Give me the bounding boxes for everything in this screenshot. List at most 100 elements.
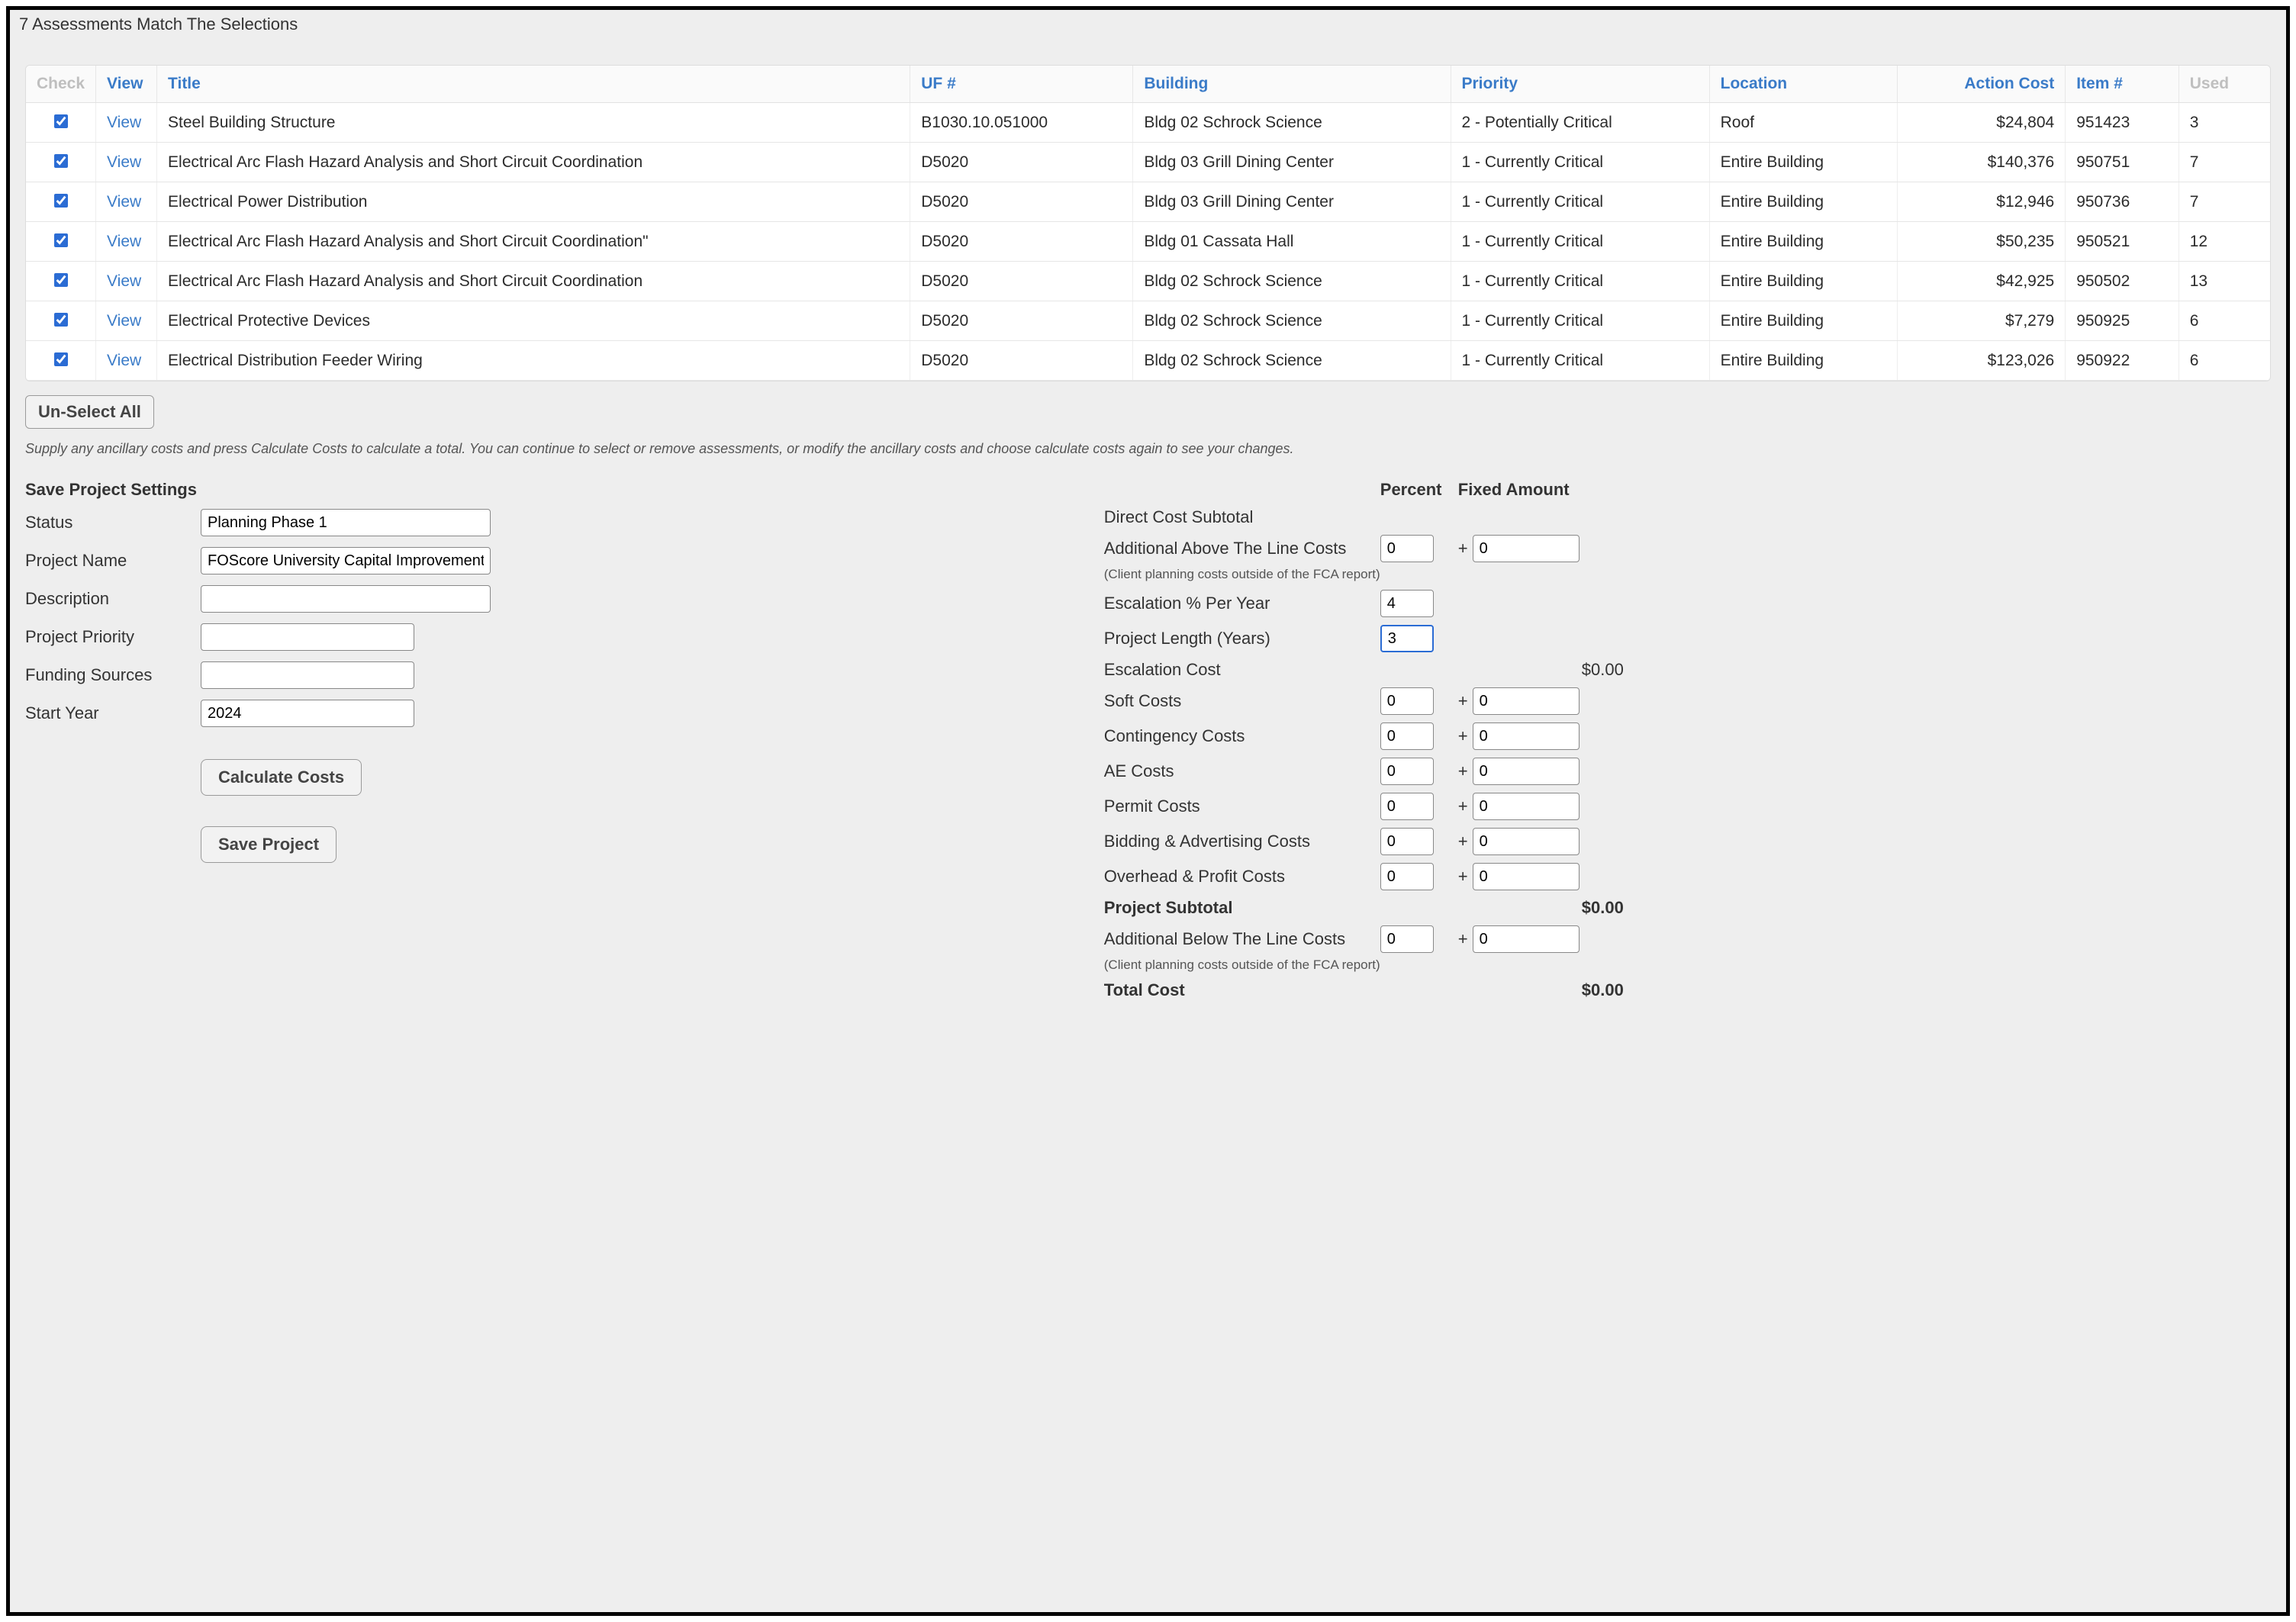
escalation-cost-label: Escalation Cost xyxy=(1104,660,1371,680)
view-link[interactable]: View xyxy=(107,114,141,131)
row-checkbox[interactable] xyxy=(54,114,68,128)
table-row: ViewElectrical Arc Flash Hazard Analysis… xyxy=(26,222,2270,262)
project-subtotal-label: Project Subtotal xyxy=(1104,898,1371,918)
cell-item: 950521 xyxy=(2066,222,2179,262)
project-priority-input[interactable] xyxy=(201,623,414,651)
instruction-text: Supply any ancillary costs and press Cal… xyxy=(25,441,2271,457)
above-line-note: (Client planning costs outside of the FC… xyxy=(1104,567,1704,582)
cell-cost: $50,235 xyxy=(1898,222,2066,262)
col-priority[interactable]: Priority xyxy=(1451,66,1709,103)
calculate-costs-button[interactable]: Calculate Costs xyxy=(201,759,362,796)
cell-item: 950922 xyxy=(2066,341,2179,381)
view-link[interactable]: View xyxy=(107,352,141,369)
contingency-label: Contingency Costs xyxy=(1104,726,1371,746)
cell-location: Entire Building xyxy=(1709,301,1897,341)
cell-priority: 1 - Currently Critical xyxy=(1451,341,1709,381)
ae-costs-label: AE Costs xyxy=(1104,761,1371,781)
cell-item: 950736 xyxy=(2066,182,2179,222)
view-link[interactable]: View xyxy=(107,272,141,290)
bidding-pct-input[interactable] xyxy=(1380,828,1434,855)
table-row: ViewElectrical Arc Flash Hazard Analysis… xyxy=(26,143,2270,182)
cell-location: Entire Building xyxy=(1709,222,1897,262)
plus-icon: + xyxy=(1458,539,1468,558)
funding-sources-label: Funding Sources xyxy=(25,665,201,685)
row-checkbox[interactable] xyxy=(54,233,68,247)
cell-title: Electrical Power Distribution xyxy=(157,182,910,222)
contingency-pct-input[interactable] xyxy=(1380,722,1434,750)
soft-costs-amt-input[interactable] xyxy=(1473,687,1580,715)
overhead-amt-input[interactable] xyxy=(1473,863,1580,890)
col-check[interactable]: Check xyxy=(26,66,96,103)
cell-location: Entire Building xyxy=(1709,143,1897,182)
cell-location: Entire Building xyxy=(1709,182,1897,222)
description-input[interactable] xyxy=(201,585,491,613)
cell-priority: 1 - Currently Critical xyxy=(1451,222,1709,262)
cell-used: 13 xyxy=(2178,262,2270,301)
overhead-pct-input[interactable] xyxy=(1380,863,1434,890)
cell-building: Bldg 03 Grill Dining Center xyxy=(1133,143,1451,182)
plus-icon: + xyxy=(1458,761,1468,781)
cell-used: 6 xyxy=(2178,341,2270,381)
permit-amt-input[interactable] xyxy=(1473,793,1580,820)
cell-title: Electrical Protective Devices xyxy=(157,301,910,341)
above-line-pct-input[interactable] xyxy=(1380,535,1434,562)
ae-costs-amt-input[interactable] xyxy=(1473,758,1580,785)
soft-costs-pct-input[interactable] xyxy=(1380,687,1434,715)
project-length-input[interactable] xyxy=(1380,625,1434,652)
match-count-text: 7 Assessments Match The Selections xyxy=(10,10,2286,65)
col-item[interactable]: Item # xyxy=(2066,66,2179,103)
ae-costs-pct-input[interactable] xyxy=(1380,758,1434,785)
view-link[interactable]: View xyxy=(107,233,141,250)
table-row: ViewElectrical Protective DevicesD5020Bl… xyxy=(26,301,2270,341)
above-line-amt-input[interactable] xyxy=(1473,535,1580,562)
cell-priority: 1 - Currently Critical xyxy=(1451,301,1709,341)
start-year-input[interactable] xyxy=(201,700,414,727)
cell-item: 950502 xyxy=(2066,262,2179,301)
save-project-settings-title: Save Project Settings xyxy=(25,480,1058,500)
cell-item: 951423 xyxy=(2066,103,2179,143)
col-building[interactable]: Building xyxy=(1133,66,1451,103)
row-checkbox[interactable] xyxy=(54,352,68,366)
col-uf[interactable]: UF # xyxy=(910,66,1133,103)
table-row: ViewSteel Building StructureB1030.10.051… xyxy=(26,103,2270,143)
bidding-amt-input[interactable] xyxy=(1473,828,1580,855)
col-location[interactable]: Location xyxy=(1709,66,1897,103)
cell-building: Bldg 02 Schrock Science xyxy=(1133,262,1451,301)
cell-building: Bldg 01 Cassata Hall xyxy=(1133,222,1451,262)
col-view[interactable]: View xyxy=(96,66,157,103)
save-project-button[interactable]: Save Project xyxy=(201,826,337,863)
col-used[interactable]: Used xyxy=(2178,66,2270,103)
cell-priority: 2 - Potentially Critical xyxy=(1451,103,1709,143)
below-line-pct-input[interactable] xyxy=(1380,925,1434,953)
start-year-label: Start Year xyxy=(25,703,201,723)
plus-icon: + xyxy=(1458,929,1468,949)
funding-sources-input[interactable] xyxy=(201,661,414,689)
view-link[interactable]: View xyxy=(107,193,141,211)
project-name-input[interactable] xyxy=(201,547,491,574)
row-checkbox[interactable] xyxy=(54,273,68,287)
cell-title: Electrical Arc Flash Hazard Analysis and… xyxy=(157,262,910,301)
unselect-all-button[interactable]: Un-Select All xyxy=(25,395,154,429)
contingency-amt-input[interactable] xyxy=(1473,722,1580,750)
row-checkbox[interactable] xyxy=(54,194,68,208)
permit-pct-input[interactable] xyxy=(1380,793,1434,820)
row-checkbox[interactable] xyxy=(54,154,68,168)
project-priority-label: Project Priority xyxy=(25,627,201,647)
view-link[interactable]: View xyxy=(107,312,141,330)
below-line-amt-input[interactable] xyxy=(1473,925,1580,953)
view-link[interactable]: View xyxy=(107,153,141,171)
col-title[interactable]: Title xyxy=(157,66,910,103)
col-action-cost[interactable]: Action Cost xyxy=(1898,66,2066,103)
soft-costs-label: Soft Costs xyxy=(1104,691,1371,711)
status-label: Status xyxy=(25,513,201,533)
row-checkbox[interactable] xyxy=(54,313,68,327)
assessments-table-wrap: Check View Title UF # Building Priority … xyxy=(25,65,2271,381)
status-input[interactable] xyxy=(201,509,491,536)
plus-icon: + xyxy=(1458,832,1468,851)
cell-used: 3 xyxy=(2178,103,2270,143)
project-name-label: Project Name xyxy=(25,551,201,571)
escalation-pct-input[interactable] xyxy=(1380,590,1434,617)
cell-item: 950925 xyxy=(2066,301,2179,341)
table-row: ViewElectrical Power DistributionD5020Bl… xyxy=(26,182,2270,222)
cell-uf: D5020 xyxy=(910,222,1133,262)
